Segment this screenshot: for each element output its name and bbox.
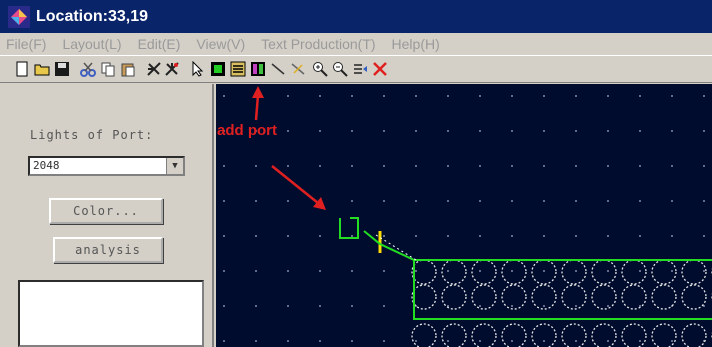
add-port-annotation: add port xyxy=(217,122,277,139)
arrow-head-up-icon xyxy=(252,86,264,98)
arrow-to-toolbar xyxy=(254,94,260,121)
annotation-overlay xyxy=(252,86,326,210)
arrow-to-port xyxy=(271,165,319,204)
